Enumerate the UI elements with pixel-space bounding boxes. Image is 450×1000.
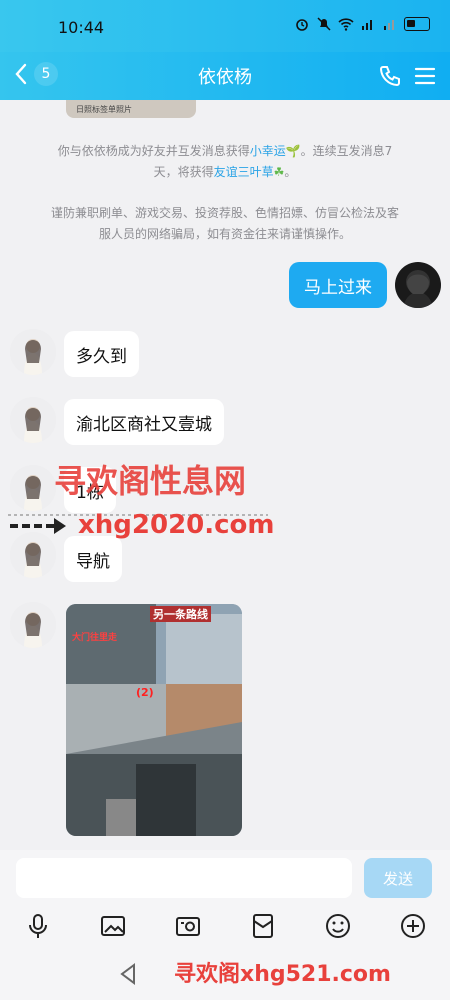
avatar-image	[10, 465, 56, 511]
note-text: 。连续互发消息7	[300, 144, 393, 158]
alarm-icon	[296, 19, 308, 31]
avatar-image	[10, 397, 56, 443]
back-button[interactable]: 5	[12, 62, 58, 86]
watermark-footer: 寻欢阁xhg521.com	[174, 962, 391, 987]
contact-avatar[interactable]	[10, 465, 56, 511]
chevron-left-icon	[15, 63, 27, 85]
warning-line-2: 服人员的网络骗局，如有资金往来请谨慎操作。	[98, 227, 351, 241]
note-text: 你与依依杨成为好友并互发消息获得	[57, 144, 250, 158]
chat-title: 依依杨	[198, 67, 252, 88]
clover-icon: ☘	[273, 165, 285, 179]
note-text: 天，将获得	[153, 165, 214, 179]
message-bubble-sent[interactable]: 马上过来	[289, 262, 387, 308]
nav-back-icon[interactable]	[118, 962, 138, 986]
previous-image-message[interactable]: 日照标签单照片	[66, 100, 196, 118]
phone-icon[interactable]	[378, 64, 402, 88]
watermark-url: xhg2020.com	[78, 510, 275, 540]
avatar-image	[403, 270, 433, 308]
mute-icon	[317, 17, 331, 31]
contact-avatar[interactable]	[10, 397, 56, 443]
watermark-text: 寻欢阁性息网	[54, 462, 247, 500]
status-icons	[294, 16, 430, 32]
camera-icon[interactable]	[174, 912, 202, 940]
message-input[interactable]	[16, 858, 352, 898]
avatar-image	[10, 329, 56, 375]
thumb-caption: 日照标签单照片	[76, 105, 132, 114]
my-avatar[interactable]	[395, 262, 441, 308]
send-button[interactable]: 发送	[364, 858, 432, 898]
status-time: 10:44	[58, 18, 105, 37]
microphone-icon[interactable]	[24, 912, 52, 940]
note-text: 。	[284, 165, 297, 179]
chat-header: 5 依依杨	[0, 52, 450, 100]
signal-icon	[362, 20, 372, 30]
battery-icon	[404, 17, 430, 31]
photo-label-top: 另一条路线	[150, 606, 211, 622]
clover-link[interactable]: 友谊三叶草	[214, 165, 274, 179]
photo-label-num: (2)	[136, 686, 154, 699]
contact-avatar[interactable]	[10, 329, 56, 375]
photo-label-left: 大门往里走	[72, 633, 118, 643]
warning-line-1: 谨防兼职刷单、游戏交易、投资荐股、色情招嫖、仿冒公检法及客	[50, 206, 399, 220]
unread-badge: 5	[34, 62, 58, 86]
fraud-warning: 谨防兼职刷单、游戏交易、投资荐股、色情招嫖、仿冒公检法及客 服人员的网络骗局，如…	[20, 203, 430, 245]
image-message[interactable]: 另一条路线 大门往里走 (2)	[66, 604, 242, 836]
message-bubble-received[interactable]: 导航	[64, 536, 122, 582]
status-bar: 10:44	[0, 0, 450, 52]
plus-icon[interactable]	[399, 912, 427, 940]
sprout-icon: 🌱	[285, 144, 301, 158]
signal-icon-2	[384, 20, 394, 30]
lucky-link[interactable]: 小幸运	[250, 144, 286, 158]
contact-avatar[interactable]	[10, 602, 56, 648]
menu-icon[interactable]	[414, 66, 436, 86]
wifi-icon	[338, 18, 354, 31]
emoji-icon[interactable]	[324, 912, 352, 940]
red-packet-icon[interactable]	[249, 912, 277, 940]
avatar-image	[10, 602, 56, 648]
message-bubble-received[interactable]: 渝北区商社又壹城	[64, 399, 224, 445]
friendship-note: 你与依依杨成为好友并互发消息获得小幸运🌱。连续互发消息7 天，将获得友谊三叶草☘…	[20, 141, 430, 183]
image-icon[interactable]	[99, 912, 127, 940]
message-bubble-received[interactable]: 多久到	[64, 331, 139, 377]
